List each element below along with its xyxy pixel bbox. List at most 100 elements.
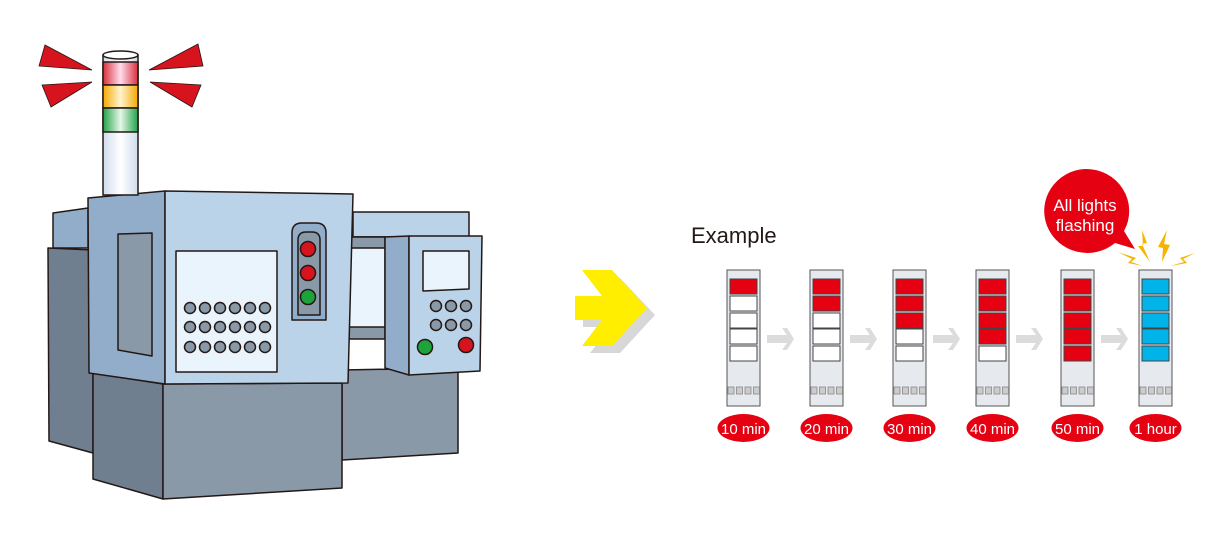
panel-button-icon [228, 340, 242, 354]
step-sequence: 10 min 20 min 30 min 40 min 50 min 1 hour [717, 269, 1182, 442]
panel-button-icon [258, 340, 272, 354]
connector-pin [727, 386, 735, 395]
machine-base-front [162, 382, 343, 500]
connector-pin [819, 386, 826, 395]
connector-pin [902, 386, 909, 395]
lamp-off [729, 312, 758, 329]
lamp-lit [1141, 312, 1170, 329]
lamp-lit [1063, 312, 1092, 329]
control-panel-side [384, 235, 410, 376]
time-label: 1 hour [1134, 421, 1177, 438]
time-label: 50 min [1055, 421, 1100, 438]
control-panel-screen [422, 250, 470, 292]
indicator-tower [809, 269, 844, 407]
signal-light-red [299, 240, 317, 258]
tower-green-lamp [102, 107, 139, 133]
panel-button-icon [198, 320, 212, 334]
lamp-off [812, 328, 841, 345]
lamp-lit [812, 295, 841, 312]
lamp-lit [812, 278, 841, 295]
connector-pin [1156, 386, 1164, 395]
connector-pin [810, 386, 818, 395]
indicator-tower [975, 269, 1010, 407]
signal-light-red [299, 264, 317, 282]
lamp-lit [978, 278, 1007, 295]
connector-pin [893, 386, 901, 395]
machine-middle-window [347, 236, 386, 338]
indicator-tower [726, 269, 761, 407]
step-arrow-icon [1101, 328, 1128, 350]
panel-button-icon [183, 340, 197, 354]
time-label: 40 min [970, 421, 1015, 438]
lamp-lit [1063, 295, 1092, 312]
panel-button-icon [243, 301, 257, 315]
time-label: 20 min [804, 421, 849, 438]
connector-pin [736, 386, 743, 395]
panel-button-icon [429, 318, 443, 332]
lamp-lit [1063, 278, 1092, 295]
machine-back-right-base [341, 367, 459, 461]
signal-tower [102, 50, 139, 196]
panel-button-icon [213, 320, 227, 334]
machine [47, 190, 483, 500]
panel-button-icon [459, 299, 473, 313]
lamp-lit [1141, 295, 1170, 312]
panel-button-icon [198, 301, 212, 315]
start-button-icon [416, 338, 434, 356]
illustration: Example All lights flashing 10 min 20 min… [38, 43, 1195, 500]
lamp-off [729, 295, 758, 312]
connector-pin [993, 386, 1001, 395]
panel-button-icon [243, 340, 257, 354]
callout-bubble: All lights flashing [1044, 168, 1135, 253]
connector-pin [919, 386, 926, 395]
lamp-off [895, 345, 924, 362]
step-arrow-icon [767, 328, 794, 350]
connector-pin [1148, 386, 1155, 395]
connector-pin [910, 386, 918, 395]
lamp-lit [1063, 328, 1092, 345]
panel-button-icon [213, 340, 227, 354]
tower-red-lamp [102, 61, 139, 86]
flash-bolt-icon [1118, 230, 1195, 266]
connector-pin [976, 386, 984, 395]
connector-pin [836, 386, 843, 395]
panel-button-icon [258, 320, 272, 334]
lamp-lit [978, 328, 1007, 345]
panel-button-icon [183, 320, 197, 334]
connector-pin [1139, 386, 1147, 395]
panel-button-icon [444, 299, 458, 313]
lamp-off [895, 328, 924, 345]
panel-button-icon [444, 318, 458, 332]
transition-arrow-icon [575, 270, 655, 353]
panel-button-icon [198, 340, 212, 354]
time-label: 30 min [887, 421, 932, 438]
connector-pin [985, 386, 992, 395]
panel-button-icon [228, 320, 242, 334]
lamp-lit [1141, 328, 1170, 345]
step-arrow-icon [850, 328, 877, 350]
panel-button-icon [459, 318, 473, 332]
panel-button-icon [243, 320, 257, 334]
panel-button-icon [183, 301, 197, 315]
lamp-off [812, 312, 841, 329]
connector-pin [744, 386, 752, 395]
panel-button-icon [213, 301, 227, 315]
step-arrow-icon [1016, 328, 1043, 350]
machine-back-left-top [52, 207, 89, 249]
indicator-tower [1138, 269, 1173, 407]
stop-button-icon [457, 336, 475, 354]
lamp-lit [1063, 345, 1092, 362]
callout-line2: flashing [1056, 216, 1115, 235]
connector-pin [1078, 386, 1086, 395]
lamp-lit [978, 295, 1007, 312]
connector-pin [1061, 386, 1069, 395]
connector-pin [1002, 386, 1009, 395]
indicator-tower [892, 269, 927, 407]
lamp-lit [895, 312, 924, 329]
connector-pin [1087, 386, 1094, 395]
tower-amber-lamp [102, 84, 139, 109]
connector-pin [1165, 386, 1172, 395]
machine-back-left-base [47, 247, 94, 454]
lamp-lit [895, 295, 924, 312]
lamp-lit [1141, 345, 1170, 362]
